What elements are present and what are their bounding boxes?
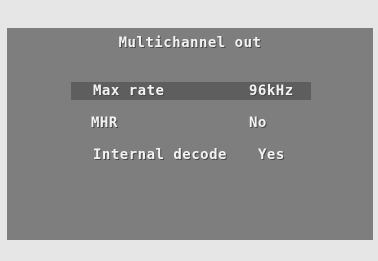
menu-item-value: No xyxy=(249,115,267,131)
display-frame: Multichannel out Max rate 96kHz MHR No I… xyxy=(0,0,378,261)
menu-item-label: MHR xyxy=(91,115,118,131)
menu-item-max-rate[interactable]: Max rate 96kHz xyxy=(71,82,311,100)
menu-item-internal-decode[interactable]: Internal decode Yes xyxy=(71,146,311,164)
menu-item-value: Yes xyxy=(258,147,285,163)
menu-item-value: 96kHz xyxy=(249,83,294,99)
osd-screen: Multichannel out Max rate 96kHz MHR No I… xyxy=(7,28,373,240)
menu-item-mhr[interactable]: MHR No xyxy=(71,114,311,132)
menu-item-label: Internal decode xyxy=(93,147,227,163)
menu-title: Multichannel out xyxy=(118,35,262,51)
menu-item-label: Max rate xyxy=(93,83,165,99)
